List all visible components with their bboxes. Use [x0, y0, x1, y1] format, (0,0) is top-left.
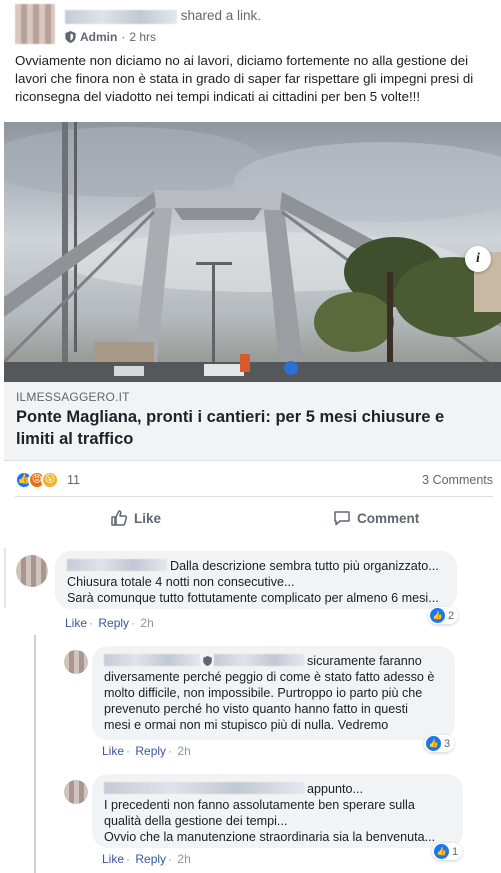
comment-text: I precedenti non fanno assolutamente ben… [104, 798, 415, 812]
comment-reply-link[interactable]: Reply [98, 616, 129, 630]
shield-icon [65, 31, 76, 43]
author-name-redacted[interactable] [65, 10, 177, 24]
comment-line: sicuramente faranno [104, 653, 443, 669]
link-preview-card[interactable]: ILMESSAGGERO.IT Ponte Magliana, pronti i… [4, 122, 501, 461]
comment-text: diversamente perché peggio di come è sta… [104, 670, 435, 684]
comment-reaction-badge[interactable]: 👍 2 [428, 607, 459, 624]
comment-line: appunto... [104, 781, 451, 797]
comment-text: prevenuto perché ho visto quanto hanno f… [104, 702, 408, 716]
post-time[interactable]: 2 hrs [129, 30, 156, 44]
link-preview-image[interactable] [4, 122, 501, 382]
post-header: shared a link. Admin · 2 hrs [15, 4, 495, 44]
replier-name-redacted[interactable] [104, 654, 200, 666]
comment-text: Chiusura totale 4 notti non consecutive.… [67, 575, 295, 589]
reply-thread-line [34, 635, 36, 873]
shield-icon [203, 656, 212, 666]
comment-like-count: 3 [444, 737, 451, 750]
comment-bubble: Dalla descrizione sembra tutto più organ… [55, 551, 457, 609]
comment-text: qualità della gestione dei tempi... [104, 814, 288, 828]
comment-actions: Like · Reply · 2h [65, 616, 154, 630]
comment-time[interactable]: 2h [177, 852, 190, 866]
reply-bubble: appunto... I precedenti non fanno assolu… [92, 774, 463, 848]
comment-reaction-badge[interactable]: 👍 3 [424, 735, 455, 752]
shared-text: shared a link. [180, 8, 262, 23]
like-button-label: Like [134, 510, 162, 526]
comment-like-count: 2 [448, 609, 455, 622]
commenter-avatar[interactable] [16, 555, 48, 587]
bridge-photo [4, 122, 501, 382]
comment-text: Ovvio che la manutenzione straordinaria … [104, 830, 436, 844]
comment-line: Dalla descrizione sembra tutto più organ… [67, 558, 445, 574]
like-reaction-icon: 👍 [426, 736, 441, 751]
post-body: Ovviamente non diciamo no ai lavori, dic… [15, 53, 474, 104]
comment-button[interactable]: Comment [333, 509, 419, 527]
comment-text: mesi e ormai non mi stupisco più di null… [104, 718, 389, 732]
comment-text: molto difficile, non impossibile. Purtro… [104, 686, 423, 700]
comment-like-link[interactable]: Like [102, 852, 124, 866]
comment-actions: Like · Reply · 2h [102, 852, 191, 866]
comment-text: Sarà comunque tutto fottutamente complic… [67, 591, 439, 605]
comment-count[interactable]: 3 Comments [422, 473, 493, 487]
comment-text: Dalla descrizione sembra tutto più organ… [170, 559, 439, 573]
comment-reply-link[interactable]: Reply [135, 744, 166, 758]
comment-icon [334, 511, 350, 526]
author-role: Admin [80, 30, 118, 44]
like-reaction-icon: 👍 [430, 608, 445, 623]
replier-name-redacted[interactable] [104, 782, 304, 794]
divider [15, 496, 493, 497]
post-meta: Admin · 2 hrs [65, 30, 156, 44]
link-title[interactable]: Ponte Magliana, pronti i cantieri: per 5… [16, 406, 486, 450]
separator-dot: · [121, 30, 126, 44]
comment-reply-link[interactable]: Reply [135, 852, 166, 866]
mentioned-name-redacted[interactable] [214, 654, 304, 666]
comment-like-link[interactable]: Like [65, 616, 87, 630]
like-button[interactable]: Like [110, 509, 161, 527]
author-line: shared a link. [65, 8, 261, 24]
reactions-summary: 👍 😡 😮 11 3 Comments [15, 470, 493, 490]
comment-button-label: Comment [357, 510, 420, 526]
link-domain: ILMESSAGGERO.IT [16, 390, 130, 404]
thumbs-up-icon [111, 510, 128, 526]
reply-bubble: sicuramente faranno diversamente perché … [92, 646, 455, 740]
comment-like-link[interactable]: Like [102, 744, 124, 758]
comment-text: appunto... [307, 782, 364, 796]
replier-avatar[interactable] [64, 780, 88, 804]
thread-indicator [4, 548, 6, 608]
comment-like-count: 1 [452, 845, 459, 858]
post-action-bar: Like Comment [15, 505, 493, 535]
author-avatar[interactable] [15, 4, 55, 44]
commenter-name-redacted[interactable] [67, 559, 167, 571]
comment-text: sicuramente faranno [307, 654, 422, 668]
replier-avatar[interactable] [64, 650, 88, 674]
like-reaction-icon: 👍 [434, 844, 449, 859]
comment-time[interactable]: 2h [140, 616, 153, 630]
reaction-count[interactable]: 11 [67, 473, 80, 487]
comment-reaction-badge[interactable]: 👍 1 [432, 843, 463, 860]
info-icon[interactable]: i [465, 246, 491, 272]
comment-actions: Like · Reply · 2h [102, 744, 191, 758]
wow-reaction-icon[interactable]: 😮 [41, 471, 59, 489]
comment-time[interactable]: 2h [177, 744, 190, 758]
